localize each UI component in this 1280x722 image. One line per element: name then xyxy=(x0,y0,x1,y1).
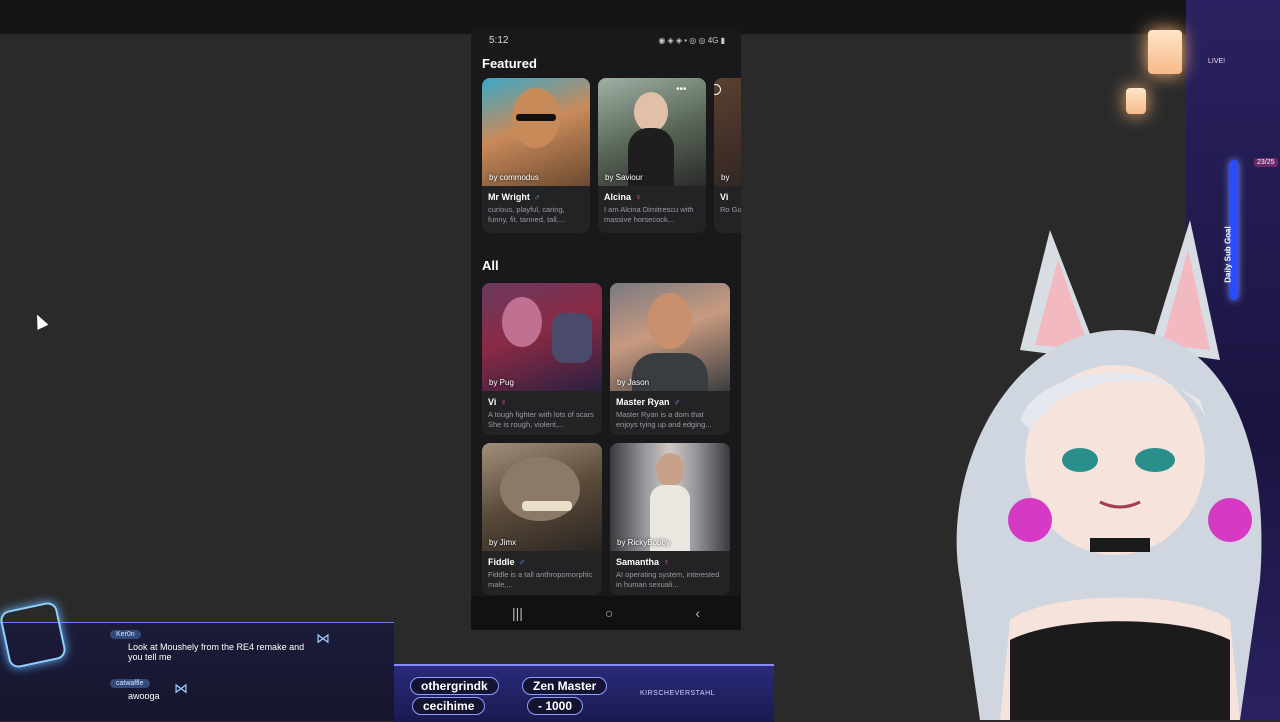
character-name: Master Ryan xyxy=(616,397,670,407)
character-description: curious, playful, caring, funny, fit, ta… xyxy=(488,205,565,224)
male-icon: ♂ xyxy=(673,397,681,407)
character-name: Vi xyxy=(720,192,729,202)
chat-text: awooga xyxy=(128,691,160,701)
character-name: Vi xyxy=(488,397,497,407)
featured-title: Featured xyxy=(482,56,537,71)
home-button[interactable]: ○ xyxy=(605,605,613,621)
character-card-fiddle[interactable]: by Jimx Fiddle ♂ Fiddle is a tall anthrop… xyxy=(482,443,602,595)
character-card-samantha[interactable]: by RickyBobby Samantha ♀ AI operating sys… xyxy=(610,443,730,595)
lantern-decoration xyxy=(1148,30,1182,74)
author-label: by commodus xyxy=(489,173,539,182)
author-label: by Jimx xyxy=(489,538,517,547)
character-description: Ro Gu xyxy=(720,205,741,214)
featured-card-alcina[interactable]: ••• by Saviour Alcina ♀ I am Alcina Dimit… xyxy=(598,78,706,233)
character-image: by commodus xyxy=(482,78,590,186)
male-icon: ♂ xyxy=(533,192,541,202)
character-description: I am Alcina Dimitrescu with massive hors… xyxy=(604,205,694,224)
chat-message: Ker0n Look at Moushely from the RE4 rema… xyxy=(92,630,308,662)
vtuber-avatar xyxy=(956,220,1262,720)
phone-screen: 5:12 ◉ ◈ ◈ • ◎ ◎ 4G ▮ Featured by commod… xyxy=(471,30,741,630)
featured-card-mr-wright[interactable]: by commodus Mr Wright ♂ curious, playful,… xyxy=(482,78,590,233)
featured-carousel[interactable]: by commodus Mr Wright ♂ curious, playful,… xyxy=(482,78,741,233)
character-image: ••• by Saviour xyxy=(598,78,706,186)
recent-sub-pill: cecihime xyxy=(412,697,486,715)
character-image: by RickyBobby xyxy=(610,443,730,551)
live-badge: LIVE! xyxy=(1208,58,1226,65)
more-options-icon[interactable]: ••• xyxy=(676,84,687,95)
bow-icon: ⋈ xyxy=(316,630,330,646)
top-bar xyxy=(0,0,1280,34)
female-icon: ♀ xyxy=(663,557,670,567)
character-image: by Jimx xyxy=(482,443,602,551)
chat-text: Look at Moushely from the RE4 remake and… xyxy=(128,642,305,662)
character-description: A tough fighter with lots of scars She i… xyxy=(488,410,594,429)
social-ticker: KIRSCHEVERSTAHL xyxy=(640,690,716,697)
author-label: by Pug xyxy=(489,378,514,387)
status-bar: 5:12 ◉ ◈ ◈ • ◎ ◎ 4G ▮ xyxy=(471,30,741,50)
amount-pill: - 1000 xyxy=(527,697,584,715)
character-description: Master Ryan is a dom that enjoys tying u… xyxy=(616,410,712,429)
top-supporter-pill: Zen Master xyxy=(522,677,608,695)
author-label: by RickyBobby xyxy=(617,538,670,547)
character-name: Samantha xyxy=(616,557,660,567)
author-label: by xyxy=(721,173,730,182)
author-label: by Jason xyxy=(617,378,650,387)
male-icon: ♂ xyxy=(518,557,526,567)
target-icon[interactable] xyxy=(714,84,721,95)
lantern-decoration xyxy=(1126,88,1146,114)
featured-card-vi[interactable]: by Vi Ro Gu xyxy=(714,78,741,233)
character-image: by xyxy=(714,78,741,186)
character-image: by Pug xyxy=(482,283,602,391)
chat-username: Ker0n xyxy=(110,630,141,639)
character-description: AI operating system, interested in human… xyxy=(616,570,720,589)
status-icons: ◉ ◈ ◈ • ◎ ◎ 4G ▮ xyxy=(658,35,725,45)
recent-follower-pill: othergrindk xyxy=(410,677,499,695)
recents-button[interactable]: ||| xyxy=(512,605,523,621)
chat-mascot-icon xyxy=(0,600,68,670)
android-nav-bar: ||| ○ ‹ xyxy=(471,596,741,630)
all-title: All xyxy=(482,258,499,273)
chat-username: catwaffle xyxy=(110,679,150,688)
sub-goal-count: 23/25 xyxy=(1254,158,1278,167)
mouse-cursor-icon xyxy=(31,312,49,330)
female-icon: ♀ xyxy=(500,397,508,407)
character-image: by Jason xyxy=(610,283,730,391)
character-card-vi[interactable]: by Pug Vi ♀ A tough fighter with lots of … xyxy=(482,283,602,435)
author-label: by Saviour xyxy=(605,173,643,182)
back-button[interactable]: ‹ xyxy=(695,605,700,621)
status-time: 5:12 xyxy=(489,34,509,46)
female-icon: ♀ xyxy=(635,192,642,202)
character-description: Fiddle is a tall anthropomorphic male,..… xyxy=(488,570,593,589)
chat-message: catwaffle awooga xyxy=(92,679,160,701)
character-grid: by Pug Vi ♀ A tough fighter with lots of … xyxy=(482,283,730,595)
character-name: Fiddle xyxy=(488,557,515,567)
character-name: Mr Wright xyxy=(488,192,530,202)
character-name: Alcina xyxy=(604,192,632,202)
bow-icon: ⋈ xyxy=(174,680,188,696)
character-card-master-ryan[interactable]: by Jason Master Ryan ♂ Master Ryan is a d… xyxy=(610,283,730,435)
